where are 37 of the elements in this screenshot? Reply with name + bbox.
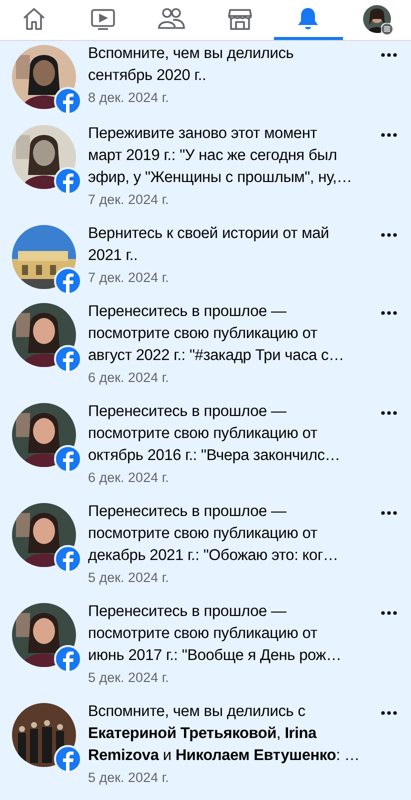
notification-text: Перенеситесь в прошлое — посмотрите свою публикацию от декабрь 2021 г.: "Обожаю это: ког… <box>88 502 340 566</box>
notification-time: 8 дек. 2024 г. <box>88 89 170 107</box>
notification-time: 6 дек. 2024 г. <box>88 469 170 487</box>
notification-text: Вспомните, чем вы делились сентябрь 2020 г.. <box>88 44 295 86</box>
facebook-badge-icon <box>54 345 82 373</box>
facebook-badge-icon <box>54 545 82 573</box>
notification-text: Перенеситесь в прошлое — посмотрите свою публикацию от август 2022 г.: "#закадр Три часа с… <box>88 302 345 366</box>
video-icon <box>90 6 116 30</box>
notification-text: Перенеситесь в прошлое — посмотрите свою публикацию от октябрь 2016 г.: "Вчера закончилс… <box>88 402 342 466</box>
notification-time: 5 дек. 2024 г. <box>88 669 170 687</box>
bell-icon <box>296 6 320 32</box>
facebook-badge-icon <box>54 87 82 115</box>
notification-time: 6 дек. 2024 г. <box>88 369 170 387</box>
friends-icon <box>157 6 186 30</box>
notification-text: Перенеситесь в прошлое — посмотрите свою публикацию от июнь 2017 г.: "Вообще я День рож… <box>88 602 342 666</box>
notification-text: Вернитесь к своей истории от май 2021 г.. <box>88 224 330 266</box>
more-button[interactable] <box>381 510 399 516</box>
more-button[interactable] <box>381 52 399 58</box>
facebook-badge-icon <box>54 745 82 773</box>
notification-text: Переживите заново этот момент март 2019 г.: "У нас же сегодня был эфир, у "Женщины с прошлым", ну,… <box>88 124 353 188</box>
notification-time: 5 дек. 2024 г. <box>88 769 170 787</box>
facebook-badge-icon <box>54 267 82 295</box>
notification-text: Вспомните, чем вы делились с Екатериной Третьяковой, Irina Remizova и Николаем Евтушенко: … <box>88 702 361 766</box>
more-button[interactable] <box>381 610 399 616</box>
home-icon <box>21 6 48 32</box>
more-button[interactable] <box>381 310 399 316</box>
notification-time: 5 дек. 2024 г. <box>88 569 170 587</box>
notification-time: 7 дек. 2024 г. <box>88 191 170 209</box>
menu-icon <box>380 22 393 34</box>
more-button[interactable] <box>381 232 399 238</box>
notification-time: 7 дек. 2024 г. <box>88 269 170 287</box>
more-button[interactable] <box>381 710 399 716</box>
facebook-badge-icon <box>54 167 82 195</box>
facebook-badge-icon <box>54 645 82 673</box>
more-button[interactable] <box>381 410 399 416</box>
more-button[interactable] <box>381 132 399 138</box>
facebook-badge-icon <box>54 445 82 473</box>
